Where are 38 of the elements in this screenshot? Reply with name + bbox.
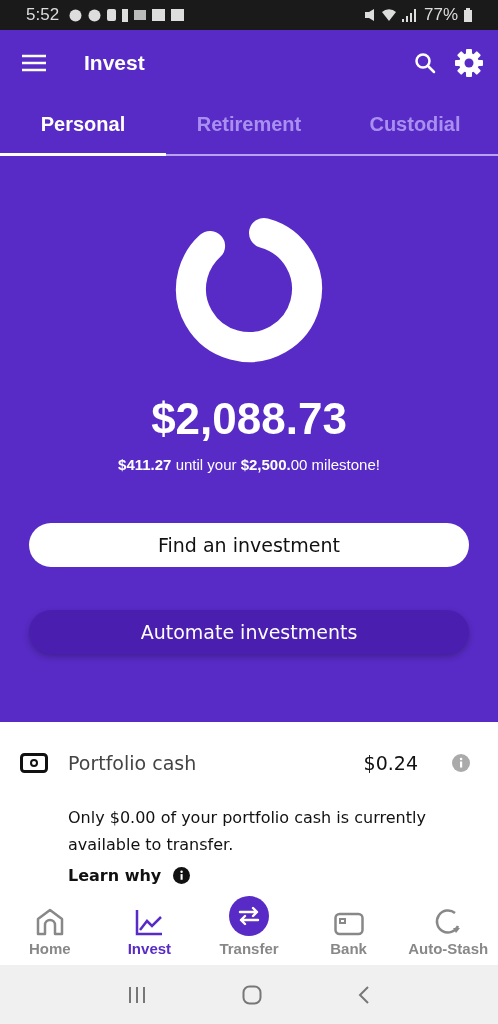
automate-investments-button[interactable]: Automate investments [29, 610, 469, 654]
signal-icon [401, 8, 418, 22]
portfolio-cash-label: Portfolio cash [68, 752, 197, 774]
nav-tab[interactable]: Invest [99, 895, 200, 965]
chart-icon [134, 908, 165, 936]
cash-note: Only $0.00 of your portfolio cash is currently available to transfer. [68, 807, 427, 856]
battery-icon [464, 8, 472, 22]
notification-icon [134, 10, 147, 20]
avatar-icon [88, 8, 102, 22]
tab[interactable]: Custodial [332, 96, 498, 156]
portfolio-cash-amount: $0.24 [363, 752, 418, 774]
milestone-message: $411.27 until your $2,500.00 milestone! [118, 456, 380, 473]
tab[interactable]: Retirement [166, 96, 332, 156]
info-icon[interactable] [173, 867, 191, 884]
back-icon[interactable] [358, 984, 370, 1005]
mute-icon [363, 8, 376, 22]
status-time: 5:52 [26, 5, 60, 25]
nav-tab[interactable]: Bank [298, 895, 399, 965]
nav-tab[interactable]: Auto-Stash [398, 895, 498, 965]
card-icon [333, 912, 364, 936]
find-investment-button[interactable]: Find an investment [29, 523, 469, 567]
nav-tab[interactable]: Home [0, 895, 100, 965]
menu-icon[interactable] [22, 54, 46, 72]
recent-apps-icon[interactable] [128, 985, 146, 1004]
avatar-icon [69, 8, 83, 22]
search-icon[interactable] [414, 52, 436, 74]
balance-amount: $2,088.73 [151, 394, 347, 444]
wifi-icon [381, 9, 396, 21]
home-button-icon[interactable] [242, 984, 262, 1005]
notification-icon [122, 8, 129, 22]
notification-icon [107, 9, 117, 21]
nav-tab[interactable]: Transfer [199, 895, 299, 965]
settings-icon[interactable] [454, 48, 484, 78]
battery-percent: 77% [423, 5, 458, 25]
learn-why-link[interactable]: Learn why [68, 866, 162, 885]
home-icon [34, 908, 65, 936]
cash-icon [20, 753, 48, 773]
page-title: Invest [84, 51, 145, 75]
